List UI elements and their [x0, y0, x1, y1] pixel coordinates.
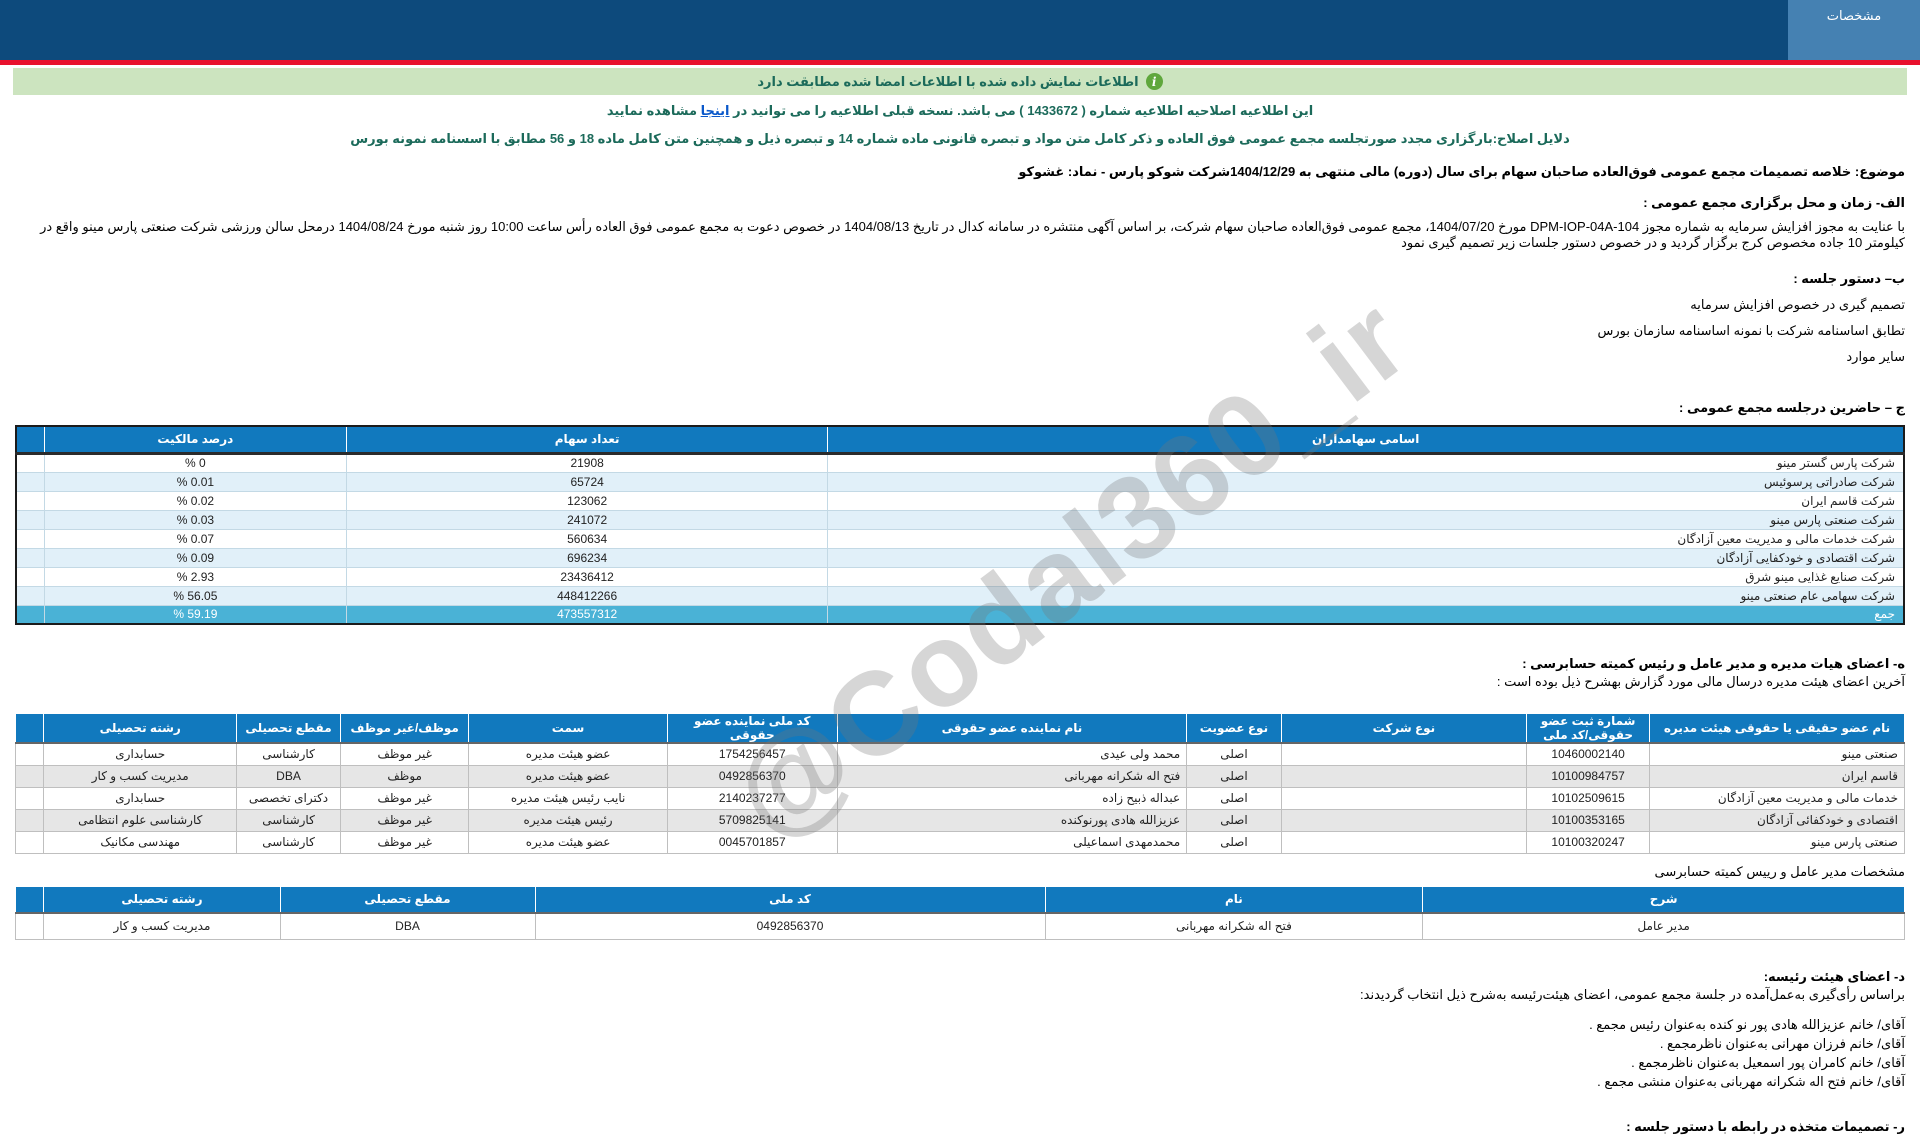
board-header-row: نام عضو حقیقی یا حقوقی هیئت مدیره شمارة …: [14, 713, 1905, 744]
col-national-id: کد ملی: [534, 885, 1046, 914]
agenda-item: تطابق اساسنامه شرکت با نمونه اساسنامه سا…: [1597, 323, 1905, 338]
col-representative-national-id: کد ملی نماینده عضو حقوقی: [666, 713, 838, 744]
amendment-text-pre: این اطلاعیه اصلاحیه اطلاعیه شماره ( 1433…: [729, 103, 1314, 118]
presiding-member: آقای/ خانم فرزان مهرانی به‌عنوان ناظرمجم…: [1659, 1035, 1905, 1051]
section-c-title: ج – حاضرین درجلسه مجمع عمومی :: [1679, 400, 1905, 415]
table-row: صنعتی پارس مینو 10100320247 اصلی محمدمهد…: [14, 830, 1905, 854]
table-row: مدیر عامل فتح اله شکرانه مهربانی 0492856…: [14, 912, 1905, 940]
table-row: شرکت پارس گستر مینو 21908 % 0: [15, 452, 1905, 473]
table-row: صنعتی مینو 10460002140 اصلی محمد ولی عید…: [14, 742, 1905, 766]
presiding-board-list: آقای/ خانم عزیزالله هادی پور نو کنده به‌…: [15, 1017, 1905, 1089]
col-membership-type: نوع عضویت: [1186, 713, 1282, 744]
col-company-type: نوع شرکت: [1280, 713, 1528, 744]
agenda-item: تصمیم گیری در خصوص افزایش سرمایه: [1690, 297, 1905, 312]
col-shareholder-names: اسامی سهامداران: [827, 425, 1905, 455]
col-education-field: رشته تحصیلی: [43, 713, 238, 744]
col-description: شرح: [1422, 885, 1905, 914]
table-row: شرکت سهامی عام صنعتی مینو 448412266 % 56…: [15, 585, 1905, 606]
col-selector: [14, 713, 45, 744]
top-header-bar: مشخصات: [0, 0, 1920, 60]
table-row: شرکت صنعتی پارس مینو 241072 % 0.03: [15, 509, 1905, 530]
table-row: شرکت قاسم ایران 123062 % 0.02: [15, 490, 1905, 511]
col-registration-number: شمارة ثبت عضو حقوقی/کد ملی: [1526, 713, 1650, 744]
previous-version-link[interactable]: اینجا: [701, 103, 730, 118]
shareholders-header-row: اسامی سهامداران تعداد سهام درصد مالکیت: [15, 425, 1905, 455]
agenda-item: سایر موارد: [1846, 349, 1905, 364]
col-name: نام: [1044, 885, 1424, 914]
col-position: سمت: [468, 713, 668, 744]
section-a-title: الف- زمان و محل برگزاری مجمع عمومی :: [1643, 195, 1905, 210]
tab-specifications[interactable]: مشخصات: [1788, 0, 1920, 60]
col-selector: [14, 885, 45, 914]
col-representative-name: نام نماینده عضو حقوقی: [836, 713, 1188, 744]
signature-match-banner: i اطلاعات نمایش داده شده با اطلاعات امضا…: [13, 68, 1907, 95]
red-divider: [0, 60, 1920, 65]
col-selector: [15, 425, 45, 455]
presiding-member: آقای/ خانم عزیزالله هادی پور نو کنده به‌…: [1589, 1016, 1905, 1032]
table-row: شرکت صادراتی پرسوئیس 65724 % 0.01: [15, 471, 1905, 492]
section-d-intro: براساس رأی‌گیری به‌عمل‌آمده در جلسة مجمع…: [1360, 986, 1905, 1002]
ceo-table: شرح نام کد ملی مقطع تحصیلی رشته تحصیلی م…: [14, 885, 1905, 940]
ceo-header-row: شرح نام کد ملی مقطع تحصیلی رشته تحصیلی: [14, 885, 1905, 914]
subject-line: موضوع: خلاصه تصمیمات مجمع عمومی فوق‌العا…: [1018, 164, 1905, 179]
info-icon: i: [1145, 73, 1163, 90]
document-body: موضوع: خلاصه تصمیمات مجمع عمومی فوق‌العا…: [0, 164, 1920, 1135]
table-row: خدمات مالی و مدیریت معین آزادگان 1010250…: [14, 786, 1905, 810]
section-h-subtitle: آخرین اعضای هیئت مدیره درسال مالی مورد گ…: [1496, 674, 1905, 689]
board-members-table: نام عضو حقیقی یا حقوقی هیئت مدیره شمارة …: [14, 713, 1905, 854]
table-row: قاسم ایران 10100984757 اصلی فتح اله شکرا…: [14, 764, 1905, 788]
total-row: جمع 473557312 % 59.19: [15, 604, 1905, 625]
ceo-section-label: مشخصات مدیر عامل و رییس کمیته حسابرسی: [1654, 863, 1905, 879]
section-r-title: ر- تصمیمات متخذه در رابطه با دستور جلسه …: [1626, 1118, 1905, 1134]
amendment-notice: این اطلاعیه اصلاحیه اطلاعیه شماره ( 1433…: [0, 103, 1920, 119]
col-education-level: مقطع تحصیلی: [279, 885, 536, 914]
col-member-name: نام عضو حقیقی یا حقوقی هیئت مدیره: [1649, 713, 1905, 744]
section-d-title: د- اعضای هیئت رئیسه:: [1763, 968, 1905, 984]
table-row: اقتصادی و خودکفائی آزادگان 10100353165 ا…: [14, 808, 1905, 832]
section-b-title: ب– دستور جلسه :: [1793, 271, 1905, 286]
col-duty-status: موظف/غیر موظف: [339, 713, 470, 744]
table-row: شرکت اقتصادی و خودکفایی آزادگان 696234 %…: [15, 547, 1905, 568]
col-share-count: تعداد سهام: [345, 425, 829, 455]
table-row: شرکت صنایع غذایی مینو شرق 23436412 % 2.9…: [15, 566, 1905, 587]
table-row: شرکت خدمات مالی و مدیریت معین آزادگان 56…: [15, 528, 1905, 549]
signature-match-text: اطلاعات نمایش داده شده با اطلاعات امضا ش…: [757, 73, 1139, 89]
section-a-body: با عنایت به مجوز افزایش سرمایه به شماره …: [40, 219, 1905, 250]
presiding-member: آقای/ خانم کامران پور اسمعیل به‌عنوان نا…: [1631, 1054, 1905, 1070]
col-ownership-percent: درصد مالکیت: [43, 425, 347, 455]
presiding-member: آقای/ خانم فتح اله شکرانه مهربانی به‌عنو…: [1597, 1073, 1905, 1089]
amendment-reasons: دلایل اصلاح:بارگزاری مجدد صورتجلسه مجمع …: [350, 131, 1570, 146]
shareholders-table: اسامی سهامداران تعداد سهام درصد مالکیت ش…: [15, 425, 1905, 625]
col-education-field: رشته تحصیلی: [43, 885, 281, 914]
amendment-text-post: مشاهده نمایید: [606, 103, 701, 118]
section-h-title: ه- اعضای هیات مدیره و مدیر عامل و رئیس ک…: [1522, 656, 1905, 671]
col-education-level: مقطع تحصیلی: [236, 713, 341, 744]
